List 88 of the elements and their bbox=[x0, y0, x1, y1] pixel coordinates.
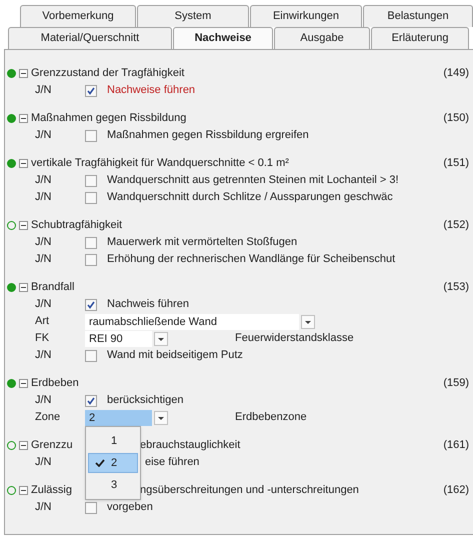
menu-item[interactable]: 3 bbox=[88, 475, 138, 495]
tab[interactable]: Material/Querschnitt bbox=[8, 27, 172, 49]
check-label: eise führen bbox=[145, 455, 200, 470]
section-title: ebrauchstauglichkeit bbox=[140, 438, 242, 453]
check-label: vorgeben bbox=[107, 500, 153, 516]
section-title: Zulässig bbox=[31, 482, 72, 498]
section-title: Erdbeben bbox=[31, 376, 80, 391]
check-label: Nachweis führen bbox=[107, 297, 189, 312]
row-label: J/N bbox=[35, 393, 52, 408]
section-number: (159) bbox=[443, 376, 469, 391]
collapse-icon[interactable] bbox=[19, 220, 28, 230]
check-icon bbox=[95, 459, 105, 467]
section-title: Grenzzustand der Tragfähigkeit bbox=[31, 66, 186, 81]
hint-text: Erdbebenzone bbox=[235, 410, 307, 426]
check-label: berücksichtigen bbox=[107, 393, 184, 408]
checkbox[interactable] bbox=[85, 130, 97, 142]
tab[interactable]: Vorbemerkung bbox=[20, 5, 136, 27]
check-icon bbox=[87, 86, 95, 94]
caret-icon bbox=[154, 332, 168, 346]
section-title: Schubtragfähigkeit bbox=[31, 218, 124, 233]
collapse-icon[interactable] bbox=[19, 378, 28, 388]
checkbox[interactable] bbox=[85, 502, 97, 514]
tab[interactable]: Ausgabe bbox=[274, 27, 370, 49]
section-number: (153) bbox=[443, 280, 469, 295]
section-number: (162) bbox=[443, 482, 469, 498]
row-label: J/N bbox=[35, 348, 52, 364]
hint-text: Feuerwiderstandsklasse bbox=[235, 331, 354, 346]
checkbox[interactable] bbox=[85, 192, 97, 204]
menu-item-label: 2 bbox=[111, 456, 118, 471]
checkbox[interactable] bbox=[85, 298, 97, 310]
tab[interactable]: System bbox=[137, 5, 249, 27]
check-icon bbox=[87, 300, 95, 308]
row-label: J/N bbox=[35, 128, 52, 144]
dropdown[interactable]: 2 bbox=[85, 410, 168, 426]
dropdown-value: 2 bbox=[85, 410, 152, 426]
section-title: Grenzzu bbox=[31, 438, 73, 453]
row-label: J/N bbox=[35, 455, 52, 470]
tab[interactable]: Nachweise bbox=[173, 27, 273, 49]
check-label: Maßnahmen gegen Rissbildung ergreifen bbox=[107, 128, 309, 144]
section-title: vertikale Tragfähigkeit für Wandquerschnitte < 0.1 m² bbox=[31, 156, 290, 171]
check-label: Wand mit beidseitigem Putz bbox=[107, 348, 243, 364]
row-label: J/N bbox=[35, 190, 52, 206]
row-label: J/N bbox=[35, 297, 52, 312]
row-label: Art bbox=[35, 314, 50, 330]
check-label: Nachweise führen bbox=[107, 83, 196, 98]
dropdown-value: REI 90 bbox=[85, 330, 152, 346]
check-label: Erhöhung der rechnerischen Wandlänge für Scheibenschut bbox=[107, 252, 396, 268]
caret-icon bbox=[154, 410, 168, 424]
menu-item[interactable]: 2 bbox=[88, 453, 138, 473]
dropdown[interactable]: REI 90 bbox=[85, 330, 168, 346]
section-number: (150) bbox=[443, 110, 469, 126]
row-label: J/N bbox=[35, 500, 52, 516]
check-label: Wandquerschnitt durch Schlitze / Aussparungen geschwäc bbox=[107, 190, 393, 206]
section-number: (161) bbox=[443, 438, 469, 453]
caret-icon bbox=[301, 314, 315, 328]
tab[interactable]: Belastungen bbox=[363, 5, 473, 27]
row-label: J/N bbox=[35, 252, 52, 268]
row-label: J/N bbox=[35, 83, 52, 98]
row-label: J/N bbox=[35, 173, 52, 188]
checkbox[interactable] bbox=[85, 350, 97, 362]
collapse-icon[interactable] bbox=[19, 486, 28, 494]
menu-item[interactable]: 1 bbox=[88, 431, 138, 451]
section-title: Maßnahmen gegen Rissbildung bbox=[31, 110, 188, 126]
section-number: (152) bbox=[443, 218, 469, 233]
collapse-icon[interactable] bbox=[19, 440, 28, 450]
check-label: Mauerwerk mit vermörtelten Stoßfugen bbox=[107, 235, 298, 250]
menu-item-label: 1 bbox=[111, 434, 118, 449]
collapse-icon[interactable] bbox=[19, 114, 28, 122]
section-title: ngsüberschreitungen und -unterschreitungen bbox=[140, 482, 360, 498]
tab[interactable]: Einwirkungen bbox=[250, 5, 362, 27]
checkbox[interactable] bbox=[85, 84, 97, 96]
section-number: (149) bbox=[443, 66, 469, 81]
checkbox[interactable] bbox=[85, 174, 97, 186]
checkbox[interactable] bbox=[85, 236, 97, 248]
collapse-icon[interactable] bbox=[19, 158, 28, 168]
collapse-icon[interactable] bbox=[19, 282, 28, 292]
check-label: Wandquerschnitt aus getrennten Steinen mit Lochanteil > 3! bbox=[107, 173, 399, 188]
check-icon bbox=[87, 396, 95, 404]
section-number: (151) bbox=[443, 156, 469, 171]
menu-item-label: 3 bbox=[111, 478, 118, 493]
row-label: J/N bbox=[35, 235, 52, 250]
tab[interactable]: Erläuterung bbox=[371, 27, 469, 49]
collapse-icon[interactable] bbox=[19, 68, 28, 78]
row-label: Zone bbox=[35, 410, 62, 426]
row-label: FK bbox=[35, 331, 50, 346]
section-title: Brandfall bbox=[31, 280, 76, 295]
checkbox[interactable] bbox=[85, 254, 97, 266]
checkbox[interactable] bbox=[85, 394, 97, 406]
